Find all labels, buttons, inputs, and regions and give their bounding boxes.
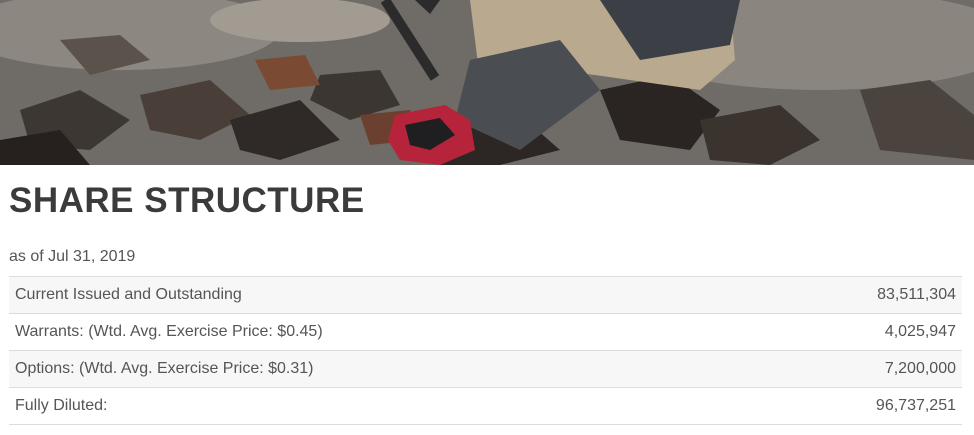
- row-value: 7,200,000: [884, 360, 956, 377]
- row-label: Fully Diluted:: [15, 397, 108, 414]
- table-row: Warrants: (Wtd. Avg. Exercise Price: $0.…: [9, 313, 962, 351]
- row-value: 96,737,251: [875, 397, 956, 414]
- row-label: Options: (Wtd. Avg. Exercise Price: $0.3…: [15, 360, 314, 377]
- row-value: 83,511,304: [877, 286, 956, 303]
- row-value: 4,025,947: [884, 323, 956, 340]
- as-of-date: as of Jul 31, 2019: [9, 248, 136, 265]
- row-label: Current Issued and Outstanding: [15, 286, 242, 303]
- table-row: Options: (Wtd. Avg. Exercise Price: $0.3…: [9, 350, 962, 388]
- share-structure-table: Current Issued and Outstanding 83,511,30…: [9, 276, 962, 425]
- row-label: Warrants: (Wtd. Avg. Exercise Price: $0.…: [15, 323, 323, 340]
- hero-photo-illustration: [0, 0, 974, 165]
- table-row: Current Issued and Outstanding 83,511,30…: [9, 276, 962, 314]
- hero-image: [0, 0, 974, 165]
- table-row: Fully Diluted: 96,737,251: [9, 387, 962, 425]
- page-title: SHARE STRUCTURE: [9, 181, 365, 220]
